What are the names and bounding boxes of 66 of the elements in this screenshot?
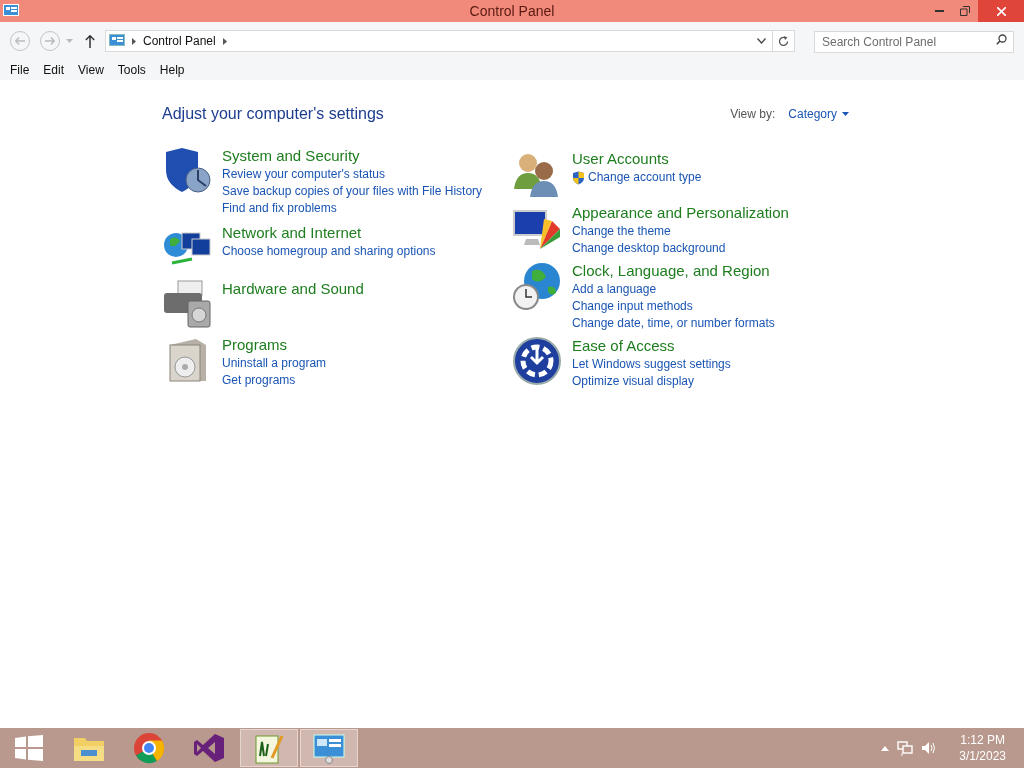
- category-link[interactable]: Change account type: [588, 169, 702, 186]
- category-link[interactable]: Find and fix problems: [222, 200, 337, 217]
- menu-item[interactable]: File: [3, 61, 37, 79]
- category-link[interactable]: Review your computer's status: [222, 166, 386, 183]
- category-title[interactable]: Clock, Language, and Region: [572, 261, 775, 281]
- chevron-down-icon[interactable]: [757, 38, 766, 44]
- category-link[interactable]: Add a language: [572, 281, 657, 298]
- category-link[interactable]: Change input methods: [572, 298, 693, 315]
- page-heading: Adjust your computer's settings: [162, 104, 384, 124]
- taskbar-button[interactable]: [300, 729, 358, 767]
- view-by-dropdown[interactable]: Category: [788, 105, 849, 123]
- window-title: Control Panel: [469, 1, 555, 21]
- category-link[interactable]: Change date, time, or number formats: [572, 315, 775, 332]
- category-title[interactable]: Ease of Access: [572, 336, 731, 356]
- shield-icon: [572, 170, 585, 185]
- search-field[interactable]: Search Control Panel: [814, 31, 1014, 53]
- category-link[interactable]: Get programs: [222, 372, 296, 389]
- category-title[interactable]: System and Security: [222, 146, 483, 166]
- forward-arrow-icon: [45, 37, 55, 45]
- back-arrow-icon: [15, 37, 25, 45]
- category-title[interactable]: Programs: [222, 335, 327, 355]
- minimize-icon: [934, 10, 944, 12]
- taskbar-button[interactable]: [240, 729, 298, 767]
- category-link[interactable]: Uninstall a program: [222, 355, 327, 372]
- refresh-icon: [778, 35, 789, 47]
- category-link[interactable]: Change the theme: [572, 223, 671, 240]
- chevron-right-icon: [222, 37, 227, 45]
- category-title[interactable]: Appearance and Personalization: [572, 203, 789, 223]
- infinity-logo-icon: [193, 732, 225, 764]
- speaker-icon[interactable]: [921, 741, 938, 755]
- category-link[interactable]: Optimize visual display: [572, 373, 695, 390]
- category-title[interactable]: User Accounts: [572, 149, 702, 169]
- accessibility-icon: [512, 336, 562, 386]
- restore-icon: [960, 6, 970, 16]
- browser-icon: [133, 732, 165, 764]
- chevron-right-icon: [132, 37, 136, 45]
- windows-logo-icon: [15, 735, 43, 761]
- control-panel-icon: [109, 34, 125, 48]
- control-panel-icon: [313, 732, 345, 764]
- network-icon[interactable]: [897, 740, 914, 756]
- close-icon: [996, 6, 1006, 16]
- view-by-label: View by:: [730, 106, 776, 123]
- printer-icon: [162, 279, 212, 329]
- clock-date: 3/1/2023: [959, 748, 1006, 764]
- caret-icon: [842, 112, 849, 116]
- category-link[interactable]: Let Windows suggest settings: [572, 356, 731, 373]
- category-link[interactable]: Save backup copies of your files with File History: [222, 183, 483, 200]
- search-icon: [996, 34, 1007, 45]
- dropdown-caret-icon[interactable]: [66, 39, 73, 43]
- up-arrow-icon[interactable]: [85, 34, 95, 48]
- address-bar[interactable]: Control Panel: [105, 30, 795, 52]
- chevron-up-icon[interactable]: [881, 745, 890, 751]
- clock-time: 1:12 PM: [960, 732, 1005, 748]
- menu-item[interactable]: Tools: [110, 61, 153, 79]
- close-button[interactable]: [978, 0, 1024, 22]
- category-title[interactable]: Hardware and Sound: [222, 279, 364, 299]
- menu-item[interactable]: Edit: [36, 61, 72, 79]
- category-link[interactable]: Change desktop background: [572, 240, 726, 257]
- breadcrumb[interactable]: Control Panel: [143, 32, 216, 50]
- notepad-icon: [254, 732, 284, 764]
- menu-item[interactable]: Help: [152, 61, 192, 79]
- menu-item[interactable]: View: [71, 61, 111, 79]
- category-title[interactable]: Network and Internet: [222, 223, 436, 243]
- control-panel-icon: [3, 4, 19, 18]
- category-link[interactable]: Choose homegroup and sharing options: [222, 243, 436, 260]
- globe-clock-icon: [512, 261, 562, 311]
